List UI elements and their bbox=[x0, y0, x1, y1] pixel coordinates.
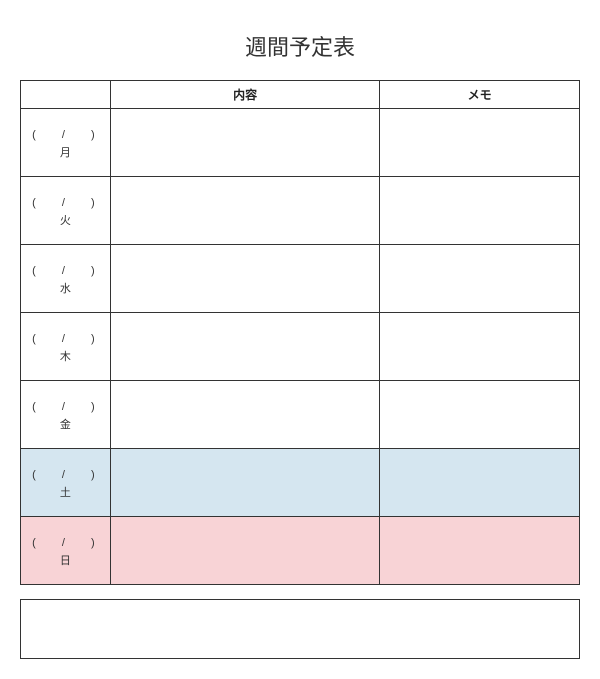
content-cell bbox=[110, 449, 379, 517]
memo-cell bbox=[380, 449, 580, 517]
table-row: ( / ) 月 bbox=[21, 109, 580, 177]
date-placeholder: ( / ) bbox=[21, 330, 110, 346]
weekday-label: 月 bbox=[21, 144, 110, 160]
table-row: ( / ) 土 bbox=[21, 449, 580, 517]
memo-cell bbox=[380, 109, 580, 177]
content-cell bbox=[110, 313, 379, 381]
date-placeholder: ( / ) bbox=[21, 194, 110, 210]
day-cell: ( / ) 日 bbox=[21, 517, 111, 585]
content-cell bbox=[110, 177, 379, 245]
date-placeholder: ( / ) bbox=[21, 398, 110, 414]
header-row: 内容 メモ bbox=[21, 81, 580, 109]
content-cell bbox=[110, 517, 379, 585]
header-day bbox=[21, 81, 111, 109]
table-row: ( / ) 木 bbox=[21, 313, 580, 381]
weekday-label: 火 bbox=[21, 212, 110, 228]
content-cell bbox=[110, 245, 379, 313]
table-row: ( / ) 金 bbox=[21, 381, 580, 449]
day-cell: ( / ) 火 bbox=[21, 177, 111, 245]
notes-box bbox=[20, 599, 580, 659]
date-placeholder: ( / ) bbox=[21, 466, 110, 482]
header-content: 内容 bbox=[110, 81, 379, 109]
memo-cell bbox=[380, 245, 580, 313]
header-memo: メモ bbox=[380, 81, 580, 109]
day-cell: ( / ) 水 bbox=[21, 245, 111, 313]
weekday-label: 水 bbox=[21, 280, 110, 296]
memo-cell bbox=[380, 381, 580, 449]
date-placeholder: ( / ) bbox=[21, 534, 110, 550]
memo-cell bbox=[380, 177, 580, 245]
page-title: 週間予定表 bbox=[20, 30, 580, 62]
memo-cell bbox=[380, 517, 580, 585]
content-cell bbox=[110, 109, 379, 177]
weekly-schedule-table: 内容 メモ ( / )月( / )火( / )水( / )木( / )金( / … bbox=[20, 80, 580, 585]
date-placeholder: ( / ) bbox=[21, 126, 110, 142]
weekday-label: 日 bbox=[21, 552, 110, 568]
memo-cell bbox=[380, 313, 580, 381]
day-cell: ( / ) 金 bbox=[21, 381, 111, 449]
day-cell: ( / ) 月 bbox=[21, 109, 111, 177]
table-row: ( / ) 火 bbox=[21, 177, 580, 245]
weekday-label: 土 bbox=[21, 484, 110, 500]
date-placeholder: ( / ) bbox=[21, 262, 110, 278]
weekday-label: 木 bbox=[21, 348, 110, 364]
day-cell: ( / ) 土 bbox=[21, 449, 111, 517]
day-cell: ( / ) 木 bbox=[21, 313, 111, 381]
weekday-label: 金 bbox=[21, 416, 110, 432]
content-cell bbox=[110, 381, 379, 449]
table-row: ( / ) 日 bbox=[21, 517, 580, 585]
table-row: ( / ) 水 bbox=[21, 245, 580, 313]
